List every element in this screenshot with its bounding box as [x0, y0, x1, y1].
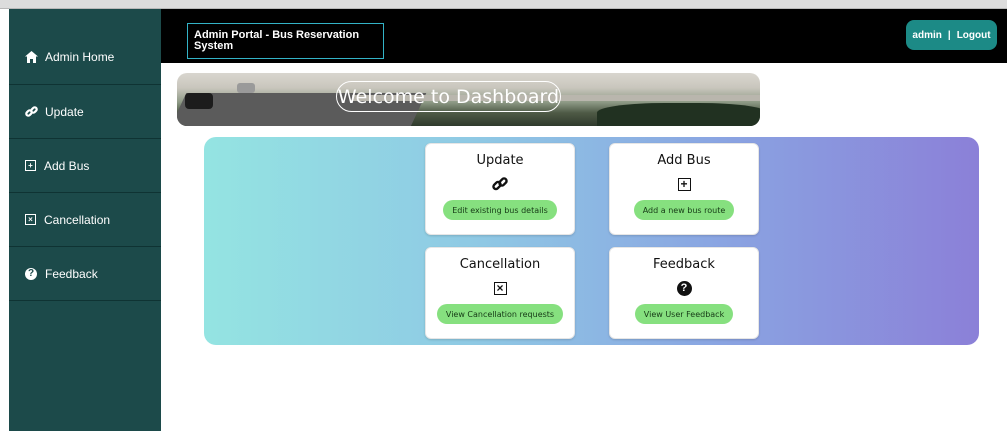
- page-title: Admin Portal - Bus Reservation System: [187, 23, 384, 59]
- sidebar-item-feedback[interactable]: ? Feedback: [9, 247, 161, 301]
- dashboard-cards-panel: Update Edit existing bus details Add Bus…: [204, 137, 979, 345]
- plus-square-icon: +: [25, 160, 36, 171]
- add-bus-route-button[interactable]: Add a new bus route: [633, 200, 735, 220]
- x-square-icon: ×: [493, 279, 507, 297]
- card-add-bus: Add Bus + Add a new bus route: [609, 143, 759, 235]
- card-title: Cancellation: [459, 257, 541, 272]
- sidebar-item-label: Admin Home: [45, 49, 115, 64]
- sidebar-item-label: Feedback: [45, 266, 98, 281]
- sidebar-item-label: Cancellation: [44, 212, 111, 227]
- sidebar: Admin Home Update + Add Bus × Cancellati…: [9, 9, 161, 431]
- banner-trees-image: [597, 103, 760, 126]
- view-cancellation-requests-button[interactable]: View Cancellation requests: [436, 304, 564, 324]
- user-menu-separator: |: [947, 29, 951, 41]
- banner-car-image: [185, 93, 213, 109]
- question-circle-icon: ?: [25, 267, 37, 280]
- x-square-icon: ×: [25, 214, 36, 225]
- username-link[interactable]: admin: [912, 30, 941, 41]
- card-feedback: Feedback ? View User Feedback: [609, 247, 759, 339]
- card-title: Feedback: [653, 257, 715, 272]
- welcome-heading: Welcome to Dashboard: [336, 81, 561, 112]
- header: Admin Portal - Bus Reservation System ad…: [161, 9, 1007, 63]
- logout-button[interactable]: Logout: [957, 30, 991, 41]
- welcome-banner: Welcome to Dashboard: [177, 73, 760, 126]
- sidebar-item-label: Update: [45, 104, 84, 119]
- sidebar-item-add-bus[interactable]: + Add Bus: [9, 139, 161, 193]
- plus-square-icon: +: [677, 175, 691, 193]
- view-user-feedback-button[interactable]: View User Feedback: [634, 304, 734, 324]
- sidebar-item-cancellation[interactable]: × Cancellation: [9, 193, 161, 247]
- card-update: Update Edit existing bus details: [425, 143, 575, 235]
- browser-top-strip: [0, 0, 1007, 9]
- home-icon: [23, 49, 39, 65]
- link-icon: [492, 175, 508, 193]
- sidebar-item-admin-home[interactable]: Admin Home: [9, 9, 161, 85]
- banner-car-image: [237, 83, 255, 93]
- sidebar-item-label: Add Bus: [44, 158, 90, 173]
- edit-bus-details-button[interactable]: Edit existing bus details: [443, 200, 557, 220]
- link-icon: [23, 104, 39, 120]
- question-circle-icon: ?: [676, 279, 692, 297]
- card-title: Update: [476, 153, 524, 168]
- card-cancellation: Cancellation × View Cancellation request…: [425, 247, 575, 339]
- sidebar-item-update[interactable]: Update: [9, 85, 161, 139]
- card-title: Add Bus: [657, 153, 711, 168]
- user-menu: admin | Logout: [906, 20, 997, 50]
